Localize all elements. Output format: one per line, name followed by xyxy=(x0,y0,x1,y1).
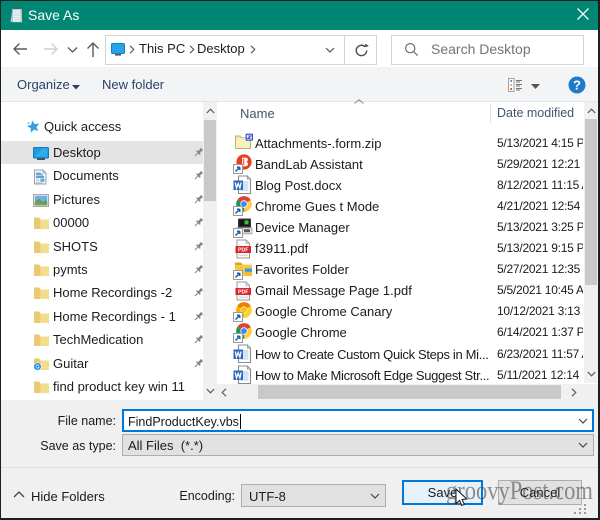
svg-text:PDF: PDF xyxy=(238,290,248,296)
svg-text:?: ? xyxy=(573,78,581,93)
svg-text:PDF: PDF xyxy=(238,248,248,254)
